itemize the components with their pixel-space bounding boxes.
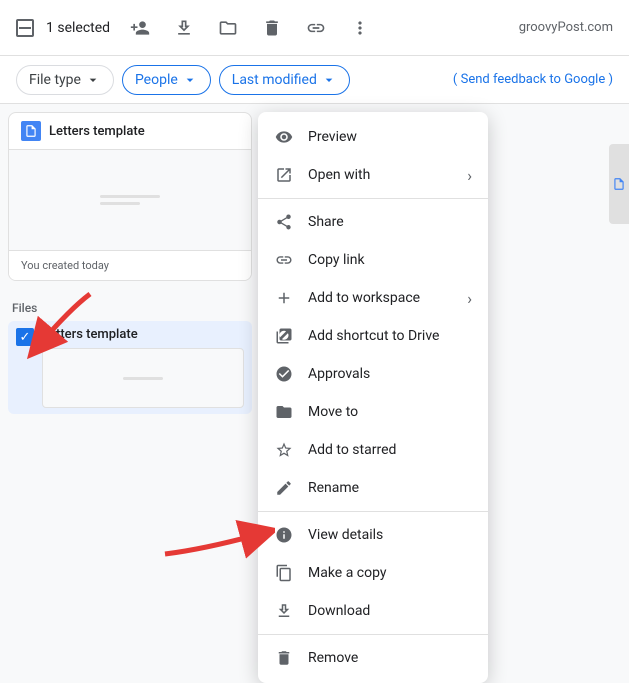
- toolbar-left: 1 selected: [16, 10, 511, 46]
- file-type-filter[interactable]: File type: [16, 65, 114, 95]
- menu-divider-2: [258, 511, 488, 512]
- add-starred-label: Add to starred: [308, 442, 472, 458]
- file-row-name: Letters template: [42, 327, 244, 342]
- chevron-down-icon: [85, 72, 101, 88]
- toolbar: 1 selected: [0, 0, 629, 56]
- shortcut-icon: [274, 326, 294, 346]
- menu-item-open-with[interactable]: Open with ›: [258, 156, 488, 194]
- scroll-indicator: [609, 144, 629, 224]
- filter-bar: File type People Last modified ( Send fe…: [0, 56, 629, 104]
- toolbar-checkbox-area: [16, 19, 34, 37]
- file-row-preview-line: [123, 377, 163, 380]
- trash-icon: [274, 648, 294, 668]
- approvals-icon: [274, 364, 294, 384]
- toolbar-icons: [122, 10, 378, 46]
- download-menu-icon: [274, 601, 294, 621]
- rename-icon: [274, 478, 294, 498]
- left-panel: Letters template You created today Files…: [0, 104, 260, 644]
- file-preview-lines: [100, 195, 160, 205]
- file-line-2: [100, 202, 140, 205]
- people-chevron-icon: [182, 72, 198, 88]
- approvals-label: Approvals: [308, 366, 472, 382]
- eye-icon: [274, 127, 294, 147]
- preview-label: Preview: [308, 129, 472, 145]
- menu-divider-3: [258, 634, 488, 635]
- file-row-content: Letters template: [42, 327, 244, 408]
- last-modified-chevron-icon: [321, 72, 337, 88]
- menu-item-move-to[interactable]: Move to: [258, 393, 488, 431]
- info-icon: [274, 525, 294, 545]
- people-label: People: [135, 72, 178, 88]
- open-with-arrow: ›: [467, 166, 472, 185]
- menu-item-preview[interactable]: Preview: [258, 118, 488, 156]
- file-preview-card: Letters template You created today: [8, 112, 252, 281]
- move-folder-button[interactable]: [210, 10, 246, 46]
- last-modified-filter[interactable]: Last modified: [219, 65, 350, 95]
- toolbar-checkbox[interactable]: [16, 19, 34, 37]
- files-section-title: Files: [8, 297, 252, 321]
- move-to-label: Move to: [308, 404, 472, 420]
- delete-button[interactable]: [254, 10, 290, 46]
- menu-item-copy-link[interactable]: Copy link: [258, 241, 488, 279]
- file-card-title: Letters template: [49, 124, 145, 139]
- file-type-icon: [21, 121, 41, 141]
- link-button[interactable]: [298, 10, 334, 46]
- file-card-header: Letters template: [9, 113, 251, 150]
- file-card-body: [9, 150, 251, 250]
- feedback-link[interactable]: ( Send feedback to Google ): [453, 72, 613, 87]
- selected-count: 1 selected: [46, 20, 110, 36]
- menu-item-remove[interactable]: Remove: [258, 639, 488, 677]
- add-person-button[interactable]: [122, 10, 158, 46]
- people-filter[interactable]: People: [122, 65, 211, 95]
- menu-item-make-copy[interactable]: Make a copy: [258, 554, 488, 592]
- file-checkbox[interactable]: ✓: [16, 328, 34, 346]
- menu-item-rename[interactable]: Rename: [258, 469, 488, 507]
- open-with-label: Open with: [308, 167, 453, 183]
- menu-item-add-shortcut[interactable]: Add shortcut to Drive: [258, 317, 488, 355]
- share-icon: [274, 212, 294, 232]
- more-button[interactable]: [342, 10, 378, 46]
- menu-item-add-workspace[interactable]: Add to workspace ›: [258, 279, 488, 317]
- main-content: Letters template You created today Files…: [0, 104, 629, 644]
- workspace-arrow: ›: [467, 289, 472, 308]
- copy-link-label: Copy link: [308, 252, 472, 268]
- menu-item-add-starred[interactable]: Add to starred: [258, 431, 488, 469]
- context-menu: Preview Open with › Share Copy link: [258, 112, 488, 683]
- open-with-icon: [274, 165, 294, 185]
- check-mark: ✓: [20, 331, 31, 344]
- menu-divider-1: [258, 198, 488, 199]
- download-label: Download: [308, 603, 472, 619]
- make-copy-label: Make a copy: [308, 565, 472, 581]
- add-workspace-icon: [274, 288, 294, 308]
- menu-item-share[interactable]: Share: [258, 203, 488, 241]
- file-row[interactable]: ✓ Letters template: [8, 321, 252, 414]
- star-icon: [274, 440, 294, 460]
- menu-item-view-details[interactable]: View details: [258, 516, 488, 554]
- add-shortcut-label: Add shortcut to Drive: [308, 328, 472, 344]
- view-details-label: View details: [308, 527, 472, 543]
- brand-label: groovyPost.com: [519, 20, 613, 35]
- remove-label: Remove: [308, 650, 472, 666]
- link-copy-icon: [274, 250, 294, 270]
- share-label: Share: [308, 214, 472, 230]
- menu-item-download[interactable]: Download: [258, 592, 488, 630]
- move-to-icon: [274, 402, 294, 422]
- copy-icon: [274, 563, 294, 583]
- rename-label: Rename: [308, 480, 472, 496]
- file-card-footer: You created today: [9, 250, 251, 280]
- file-type-label: File type: [29, 72, 81, 88]
- download-button[interactable]: [166, 10, 202, 46]
- file-line-1: [100, 195, 160, 198]
- file-row-preview: [42, 348, 244, 408]
- menu-item-approvals[interactable]: Approvals: [258, 355, 488, 393]
- add-workspace-label: Add to workspace: [308, 290, 453, 306]
- last-modified-label: Last modified: [232, 72, 317, 88]
